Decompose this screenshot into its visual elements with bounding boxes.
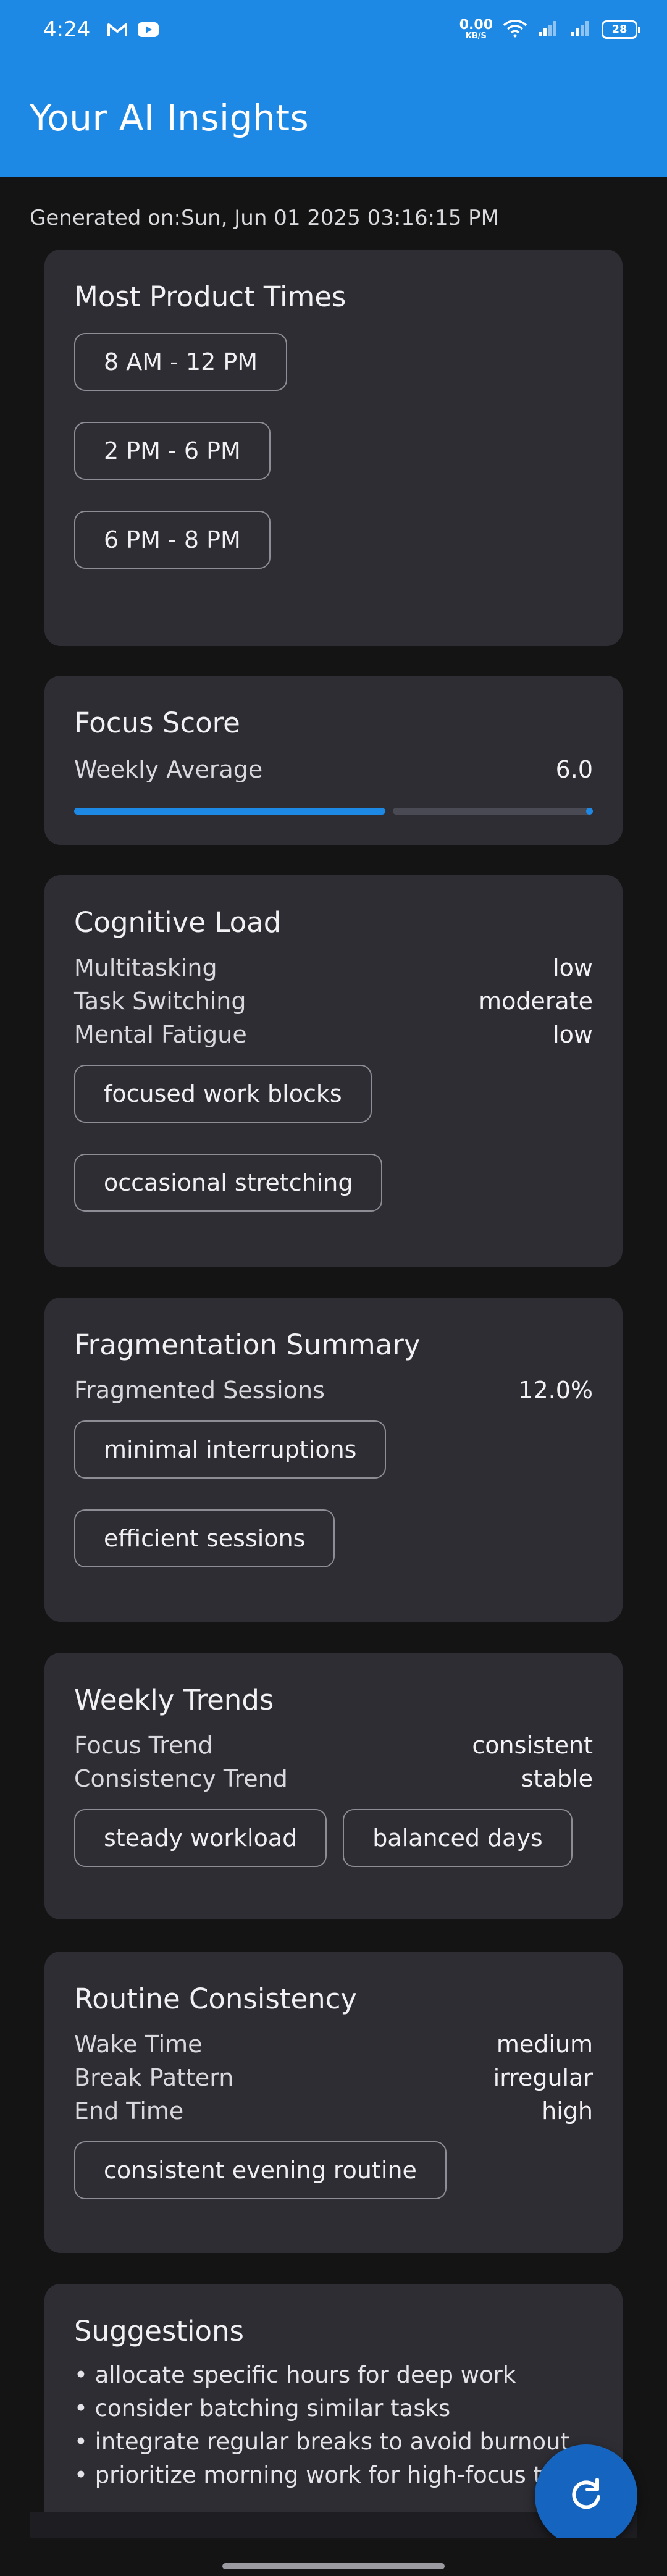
status-time: 4:24 xyxy=(43,17,91,42)
tag-chip[interactable]: minimal interruptions xyxy=(74,1420,387,1479)
row-value: high xyxy=(542,2097,593,2125)
metric-row: End Time high xyxy=(74,2094,593,2128)
refresh-icon xyxy=(566,2475,606,2517)
metric-row: Multitasking low xyxy=(74,951,593,984)
progress-track xyxy=(393,807,593,815)
row-label: Multitasking xyxy=(74,954,217,981)
home-indicator[interactable] xyxy=(222,2563,445,2569)
refresh-button[interactable] xyxy=(535,2444,637,2547)
tag-chip[interactable]: steady workload xyxy=(74,1809,327,1867)
suggestion-item: • allocate specific hours for deep work xyxy=(74,2362,516,2388)
suggestion-item: • consider batching similar tasks xyxy=(74,2395,451,2422)
time-slot-chip[interactable]: 6 PM - 8 PM xyxy=(74,511,271,569)
tag-chip[interactable]: focused work blocks xyxy=(74,1065,372,1123)
gmail-icon xyxy=(106,21,128,38)
row-value: 12.0% xyxy=(518,1377,593,1404)
progress-fill xyxy=(74,807,385,815)
metric-row: Consistency Trend stable xyxy=(74,1762,593,1795)
metric-row: Mental Fatigue low xyxy=(74,1018,593,1051)
wifi-icon xyxy=(503,19,527,40)
focus-score-card: Focus Score Weekly Average 6.0 xyxy=(44,676,623,845)
metric-row: Task Switching moderate xyxy=(74,984,593,1018)
metric-row: Fragmented Sessions 12.0% xyxy=(74,1374,593,1407)
focus-average-row: Weekly Average 6.0 xyxy=(74,753,593,786)
row-label: Weekly Average xyxy=(74,756,263,783)
suggestion-item: • integrate regular breaks to avoid burn… xyxy=(74,2428,569,2455)
metric-row: Wake Time medium xyxy=(74,2028,593,2061)
row-value: moderate xyxy=(479,988,593,1015)
focus-progress-bar xyxy=(74,807,593,815)
page-title: Your AI Insights xyxy=(30,97,309,139)
battery-icon: 28 xyxy=(602,20,640,39)
fragmentation-card: Fragmentation Summary Fragmented Session… xyxy=(44,1298,623,1622)
generated-timestamp: Generated on:Sun, Jun 01 2025 03:16:15 P… xyxy=(30,206,499,230)
tag-chip[interactable]: efficient sessions xyxy=(74,1509,335,1567)
row-value: low xyxy=(553,1021,593,1048)
time-slot-chip[interactable]: 2 PM - 6 PM xyxy=(74,422,271,480)
card-title: Focus Score xyxy=(74,707,240,739)
weekly-trends-card: Weekly Trends Focus Trend consistent Con… xyxy=(44,1653,623,1919)
suggestion-item: • prioritize morning work for high-focus… xyxy=(74,2462,594,2488)
tag-chip[interactable]: occasional stretching xyxy=(74,1154,383,1212)
youtube-icon xyxy=(137,21,159,38)
tag-chip[interactable]: balanced days xyxy=(343,1809,573,1867)
row-value: medium xyxy=(496,2031,593,2058)
app-bar: Your AI Insights xyxy=(0,59,667,177)
row-label: Task Switching xyxy=(74,988,246,1015)
tag-chip[interactable]: consistent evening routine xyxy=(74,2141,447,2199)
row-label: Fragmented Sessions xyxy=(74,1377,325,1404)
row-value: consistent xyxy=(472,1732,593,1759)
row-label: Focus Trend xyxy=(74,1732,213,1759)
row-label: Mental Fatigue xyxy=(74,1021,247,1048)
row-label: End Time xyxy=(74,2097,184,2125)
signal-icon xyxy=(569,20,592,40)
time-slot-chip[interactable]: 8 AM - 12 PM xyxy=(74,333,288,391)
cognitive-load-card: Cognitive Load Multitasking low Task Swi… xyxy=(44,875,623,1267)
card-title: Weekly Trends xyxy=(74,1684,274,1716)
row-value: low xyxy=(553,954,593,981)
metric-row: Break Pattern irregular xyxy=(74,2061,593,2094)
row-label: Consistency Trend xyxy=(74,1765,288,1792)
card-title: Fragmentation Summary xyxy=(74,1328,421,1361)
row-label: Wake Time xyxy=(74,2031,203,2058)
row-value: stable xyxy=(521,1765,593,1792)
card-title: Suggestions xyxy=(74,2315,244,2347)
focus-score-value: 6.0 xyxy=(555,756,593,783)
system-nav-bar xyxy=(0,2538,667,2576)
row-value: irregular xyxy=(493,2064,593,2091)
routine-consistency-card: Routine Consistency Wake Time medium Bre… xyxy=(44,1952,623,2253)
signal-icon xyxy=(537,20,560,40)
net-speed: 0.00 KB/S xyxy=(459,17,493,41)
card-title: Routine Consistency xyxy=(74,1982,358,2015)
productive-times-card: Most Product Times 8 AM - 12 PM 2 PM - 6… xyxy=(44,250,623,646)
row-label: Break Pattern xyxy=(74,2064,234,2091)
metric-row: Focus Trend consistent xyxy=(74,1729,593,1762)
card-title: Cognitive Load xyxy=(74,906,282,939)
status-bar: 4:24 0.00 KB/S 28 xyxy=(0,0,667,59)
card-title: Most Product Times xyxy=(74,280,346,313)
